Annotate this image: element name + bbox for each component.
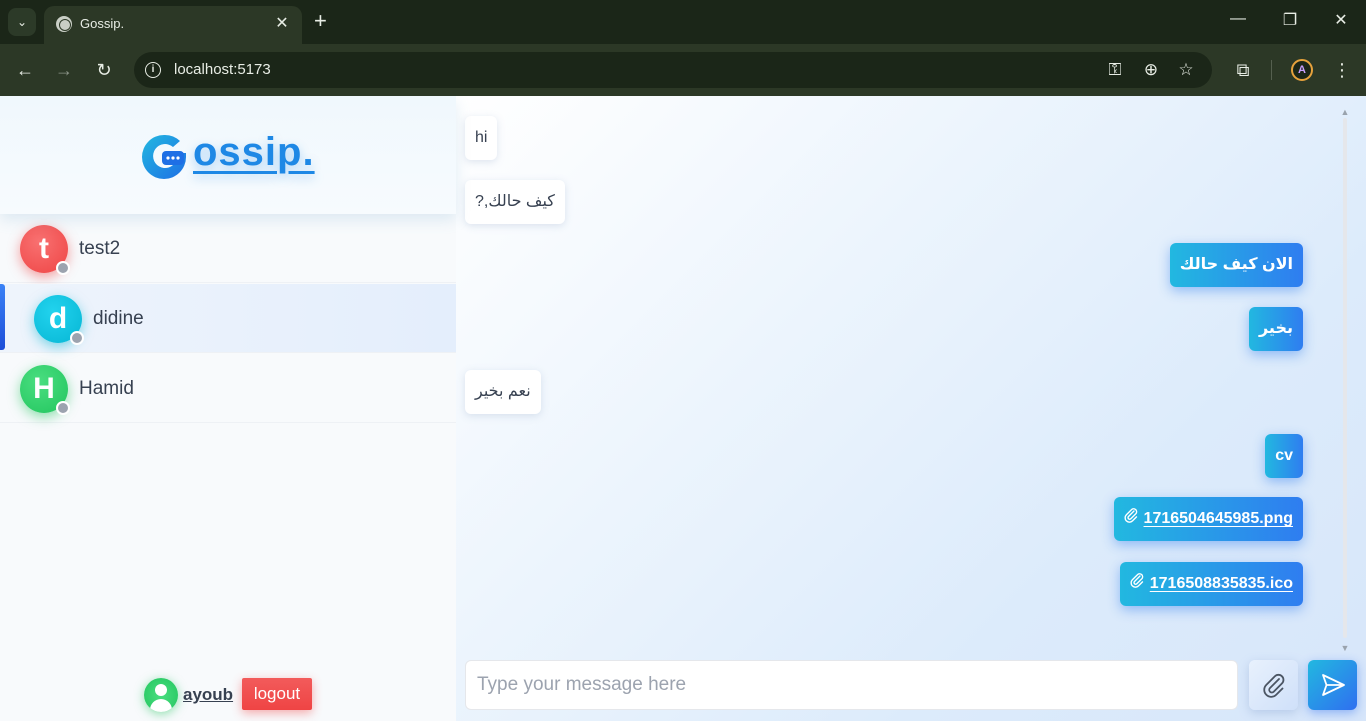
back-icon[interactable]: ← — [13, 58, 37, 82]
message-text: نعم بخير — [475, 383, 531, 400]
message-bubble-incoming: ?,كيف حالك — [465, 180, 565, 224]
toolbar-divider — [1271, 60, 1272, 80]
message-text: ?,كيف حالك — [475, 193, 555, 210]
message-bubble-outgoing: بخير — [1248, 307, 1303, 351]
forward-icon[interactable]: → — [52, 58, 76, 82]
status-indicator — [56, 261, 70, 275]
message-text: cv — [1275, 447, 1293, 464]
restore-icon[interactable]: ❐ — [1278, 10, 1302, 30]
paperclip-icon — [1130, 573, 1144, 588]
message-bubble-outgoing: cv — [1265, 434, 1303, 478]
browser-toolbar: ← → ↻ i localhost:5173 ⚿ ⊕ ☆ ⧉ ⋮ — [0, 44, 1366, 96]
contact-item-didine[interactable]: d didine — [0, 284, 456, 353]
tab-title: Gossip. — [80, 16, 125, 31]
scroll-track[interactable] — [1343, 118, 1347, 638]
new-tab-button[interactable]: + — [314, 10, 327, 32]
profile-avatar-icon[interactable]: A — [1291, 59, 1313, 81]
contact-name: Hamid — [79, 378, 134, 399]
file-message-bubble[interactable]: 1716504645985.png — [1113, 497, 1303, 541]
paperclip-icon — [1123, 508, 1137, 523]
app-logo-text: ossip. — [193, 130, 315, 174]
message-text: بخير — [1258, 320, 1293, 337]
browser-tab[interactable]: Gossip. ✕ — [44, 6, 302, 44]
send-button[interactable] — [1308, 660, 1357, 710]
key-icon[interactable]: ⚿ — [1104, 60, 1126, 80]
message-text: الان كيف حالك — [1179, 256, 1293, 273]
user-avatar-icon — [144, 678, 178, 712]
chat-bubble-logo-icon — [142, 134, 186, 179]
logout-button[interactable]: logout — [242, 678, 312, 710]
file-link[interactable]: 1716504645985.png — [1144, 510, 1293, 527]
message-bubble-incoming: نعم بخير — [465, 370, 541, 414]
browser-tab-bar: ⌄ Gossip. ✕ + — ❐ ✕ — [0, 0, 1366, 44]
contact-item-hamid[interactable]: H Hamid — [0, 354, 456, 423]
file-message-bubble[interactable]: 1716508835835.ico — [1119, 562, 1303, 606]
app-viewport: ossip. t test2 d didine H Hamid ayoub lo… — [0, 96, 1366, 721]
minimize-icon[interactable]: — — [1226, 10, 1250, 28]
sidebar: ossip. t test2 d didine H Hamid ayoub lo… — [0, 96, 456, 721]
globe-icon — [56, 16, 72, 32]
contact-name: didine — [93, 308, 144, 329]
reload-icon[interactable]: ↻ — [92, 58, 116, 82]
avatar: t — [20, 225, 70, 275]
message-bubble-outgoing: الان كيف حالك — [1169, 243, 1303, 287]
active-indicator — [0, 284, 5, 350]
message-bubble-incoming: hi — [465, 116, 498, 160]
bookmark-star-icon[interactable]: ☆ — [1175, 60, 1197, 80]
avatar-initial: H — [33, 372, 55, 405]
avatar: d — [34, 295, 84, 345]
extensions-icon[interactable]: ⧉ — [1231, 58, 1255, 82]
attach-file-button[interactable] — [1249, 660, 1298, 710]
scroll-up-icon[interactable]: ▲ — [1340, 108, 1350, 117]
site-info-icon[interactable]: i — [145, 62, 161, 78]
paperclip-icon — [1262, 673, 1284, 698]
tab-close-icon[interactable]: ✕ — [272, 13, 292, 33]
contact-name: test2 — [79, 238, 121, 259]
chat-scrollbar[interactable]: ▲ ▼ — [1338, 108, 1352, 653]
scroll-down-icon[interactable]: ▼ — [1340, 644, 1350, 653]
status-indicator — [70, 331, 84, 345]
close-window-icon[interactable]: ✕ — [1329, 10, 1353, 30]
status-indicator — [56, 401, 70, 415]
file-link[interactable]: 1716508835835.ico — [1150, 575, 1293, 592]
avatar: H — [20, 365, 70, 415]
message-input[interactable] — [465, 660, 1238, 710]
message-text: hi — [475, 129, 488, 146]
address-bar[interactable]: i localhost:5173 ⚿ ⊕ ☆ — [134, 52, 1212, 88]
zoom-icon[interactable]: ⊕ — [1140, 60, 1162, 80]
browser-menu-icon[interactable]: ⋮ — [1330, 58, 1354, 82]
url-text[interactable]: localhost:5173 — [174, 61, 271, 78]
contact-item-test2[interactable]: t test2 — [0, 214, 456, 283]
send-icon — [1321, 674, 1345, 696]
message-list: hi ?,كيف حالك الان كيف حالك بخير نعم بخي… — [456, 96, 1340, 652]
avatar-initial: t — [39, 232, 49, 265]
chat-panel: hi ?,كيف حالك الان كيف حالك بخير نعم بخي… — [456, 96, 1366, 721]
tab-search-button[interactable]: ⌄ — [8, 8, 36, 36]
avatar-initial: d — [48, 302, 68, 335]
current-username[interactable]: ayoub — [183, 685, 233, 705]
logo-header: ossip. — [0, 96, 456, 214]
